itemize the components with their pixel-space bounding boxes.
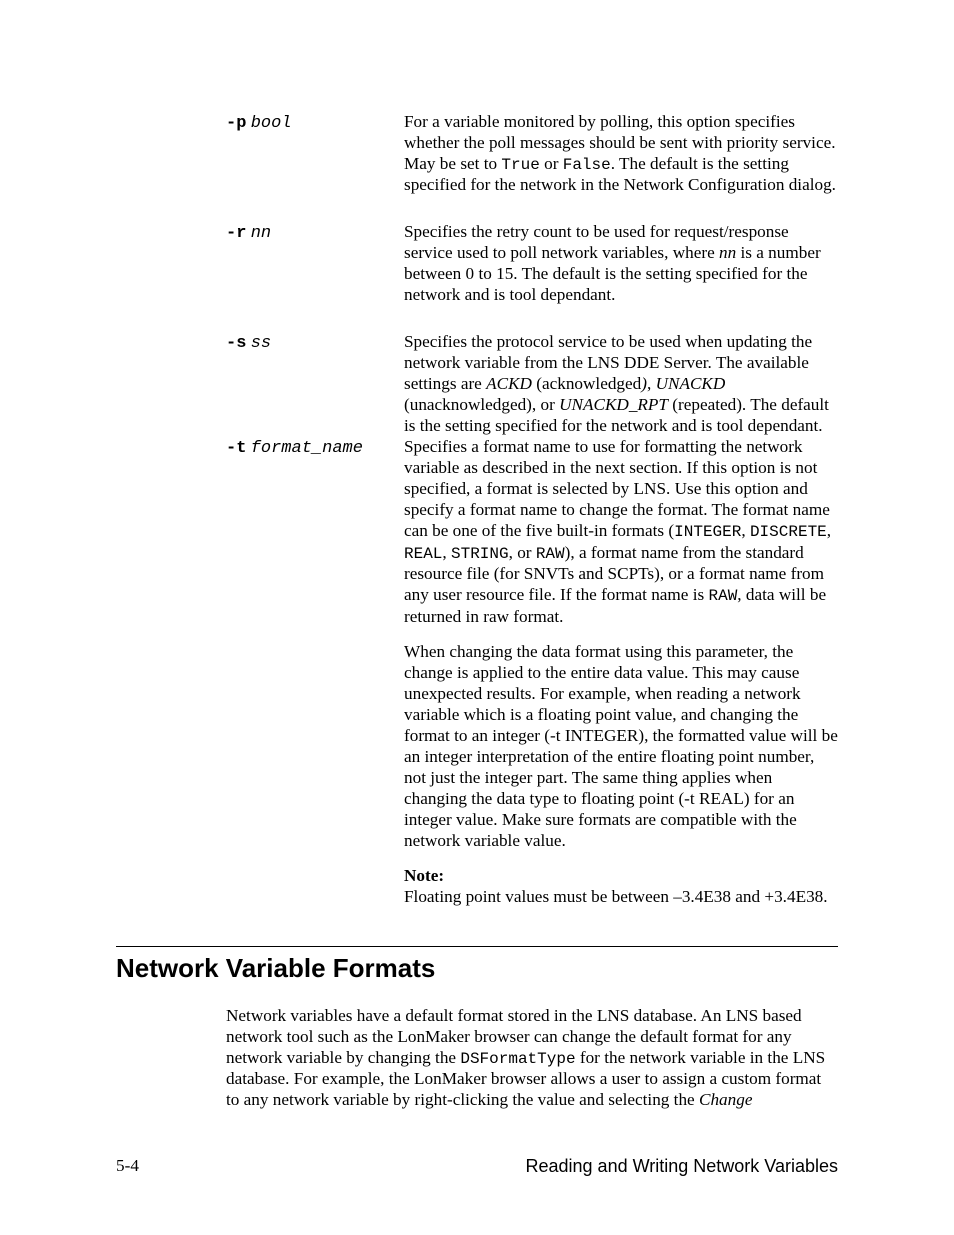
- option-flag-cell: -r nn: [116, 222, 404, 306]
- note-label: Note:: [404, 866, 444, 885]
- option-desc-cell: Specifies the retry count to be used for…: [404, 222, 838, 306]
- var-nn: nn: [719, 243, 736, 262]
- page: -p bool For a variable monitored by poll…: [0, 0, 954, 1235]
- text: ,: [442, 543, 451, 562]
- code-real: REAL: [404, 545, 442, 563]
- code-raw2: RAW: [708, 587, 737, 605]
- note-text: Floating point values must be between –3…: [404, 887, 828, 906]
- option-flag-cell: -p bool: [116, 112, 404, 196]
- flag: -t: [226, 439, 246, 458]
- text: (unacknowledged), or: [404, 395, 559, 414]
- flag: -r: [226, 224, 246, 243]
- code-true: True: [501, 156, 539, 174]
- flag-arg: nn: [251, 224, 271, 243]
- text: ,: [647, 374, 656, 393]
- option-flag-cell: -t format_name: [116, 437, 404, 907]
- text: (acknowledged: [532, 374, 641, 393]
- code-integer: INTEGER: [674, 523, 741, 541]
- footer-title: Reading and Writing Network Variables: [526, 1156, 839, 1177]
- code-discrete: DISCRETE: [750, 523, 827, 541]
- option-desc-cell: Specifies the protocol service to be use…: [404, 332, 838, 437]
- page-footer: 5-4 Reading and Writing Network Variable…: [116, 1156, 838, 1177]
- menu-change: Change: [699, 1090, 752, 1109]
- option-row-t: -t format_name Specifies a format name t…: [116, 437, 838, 907]
- flag-arg: format_name: [251, 439, 363, 458]
- text: , or: [509, 543, 536, 562]
- option-row-p: -p bool For a variable monitored by poll…: [116, 112, 838, 196]
- code-false: False: [563, 156, 611, 174]
- code-string: STRING: [451, 545, 509, 563]
- text: ,: [741, 521, 750, 540]
- option-row-r: -r nn Specifies the retry count to be us…: [116, 222, 838, 306]
- option-row-s: -s ss Specifies the protocol service to …: [116, 332, 838, 437]
- code-ackd: ACKD: [486, 374, 532, 393]
- flag: -s: [226, 334, 246, 353]
- option-desc-cell: Specifies a format name to use for forma…: [404, 437, 838, 907]
- text: ,: [827, 521, 831, 540]
- text: or: [540, 154, 563, 173]
- code-raw: RAW: [536, 545, 565, 563]
- code-unackd: UNACKD: [656, 374, 726, 393]
- section-divider: [116, 946, 838, 947]
- flag: -p: [226, 114, 246, 133]
- option-flag-cell: -s ss: [116, 332, 404, 437]
- flag-arg: bool: [251, 114, 292, 133]
- code-unackd-rpt: UNACKD_RPT: [559, 395, 668, 414]
- options-table: -p bool For a variable monitored by poll…: [116, 112, 838, 908]
- option-desc-cell: For a variable monitored by polling, thi…: [404, 112, 838, 196]
- flag-arg: ss: [251, 334, 271, 353]
- page-number: 5-4: [116, 1156, 139, 1177]
- body-paragraph: Network variables have a default format …: [116, 1006, 838, 1111]
- code-dsformattype: DSFormatType: [460, 1050, 575, 1068]
- text: When changing the data format using this…: [404, 642, 838, 850]
- section-heading: Network Variable Formats: [116, 953, 838, 984]
